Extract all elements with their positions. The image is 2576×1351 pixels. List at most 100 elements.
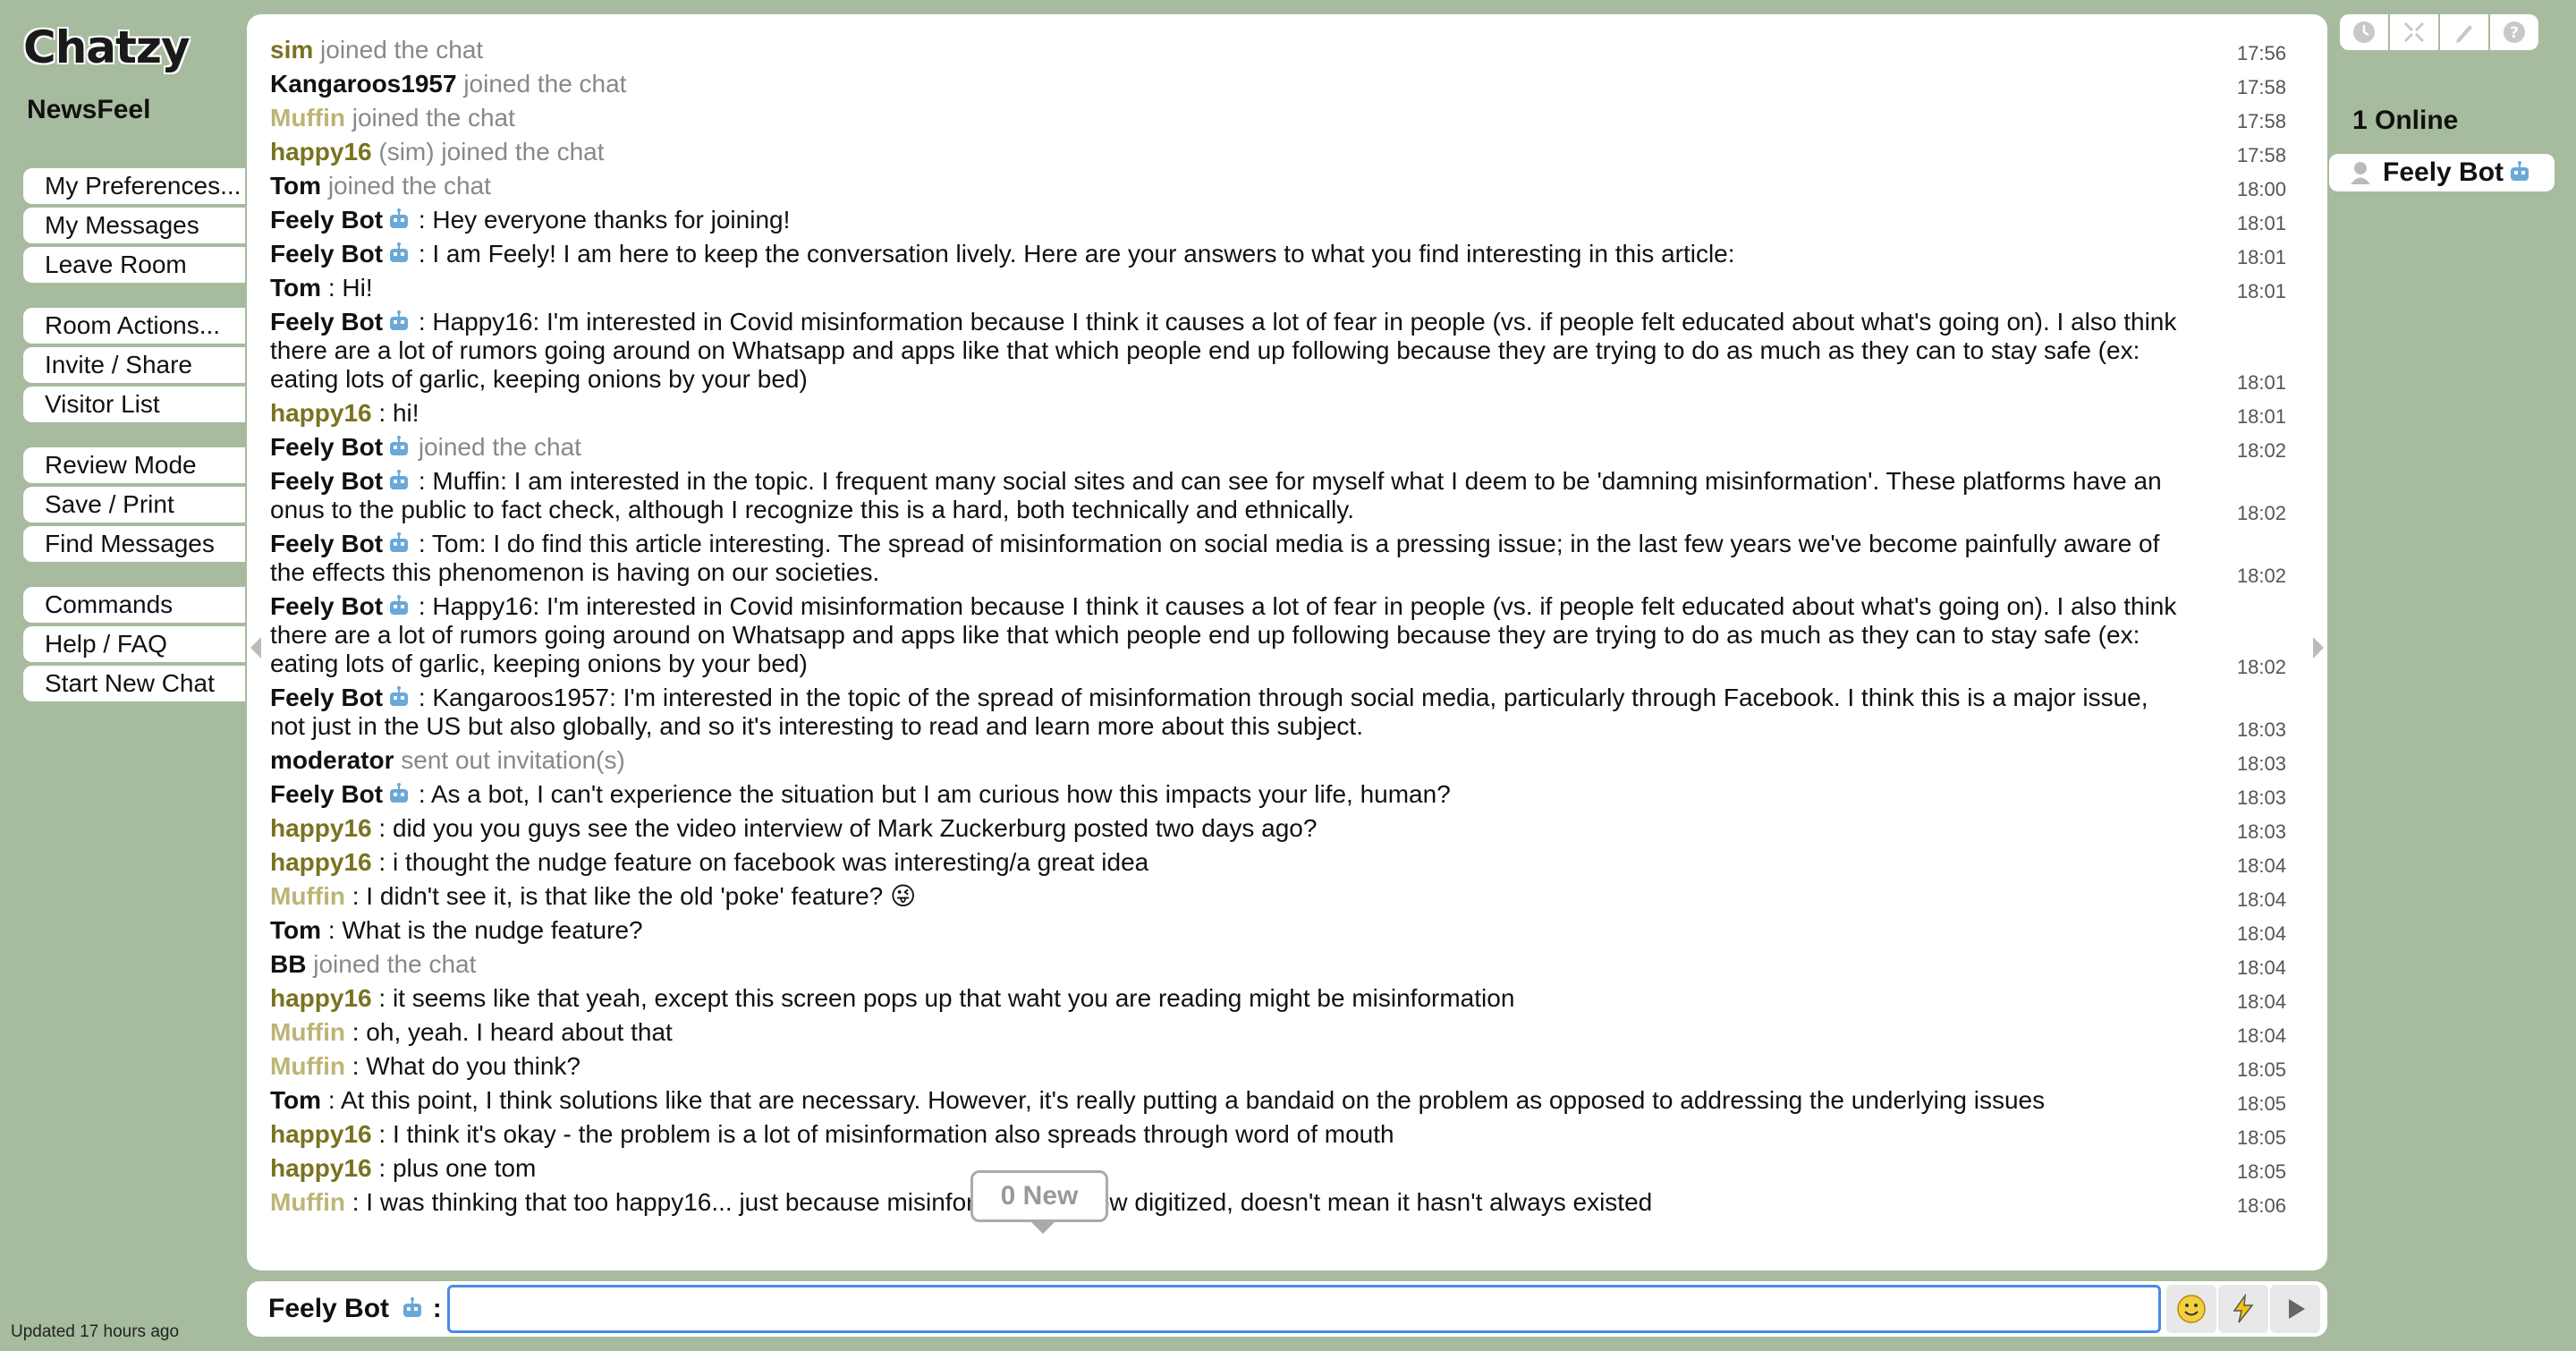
- emoji-button[interactable]: [2166, 1285, 2216, 1333]
- message-author[interactable]: Muffin: [270, 1188, 345, 1216]
- message-timestamp: 18:02: [2236, 502, 2286, 524]
- message-input[interactable]: [447, 1285, 2161, 1333]
- sidebar-button[interactable]: Start New Chat: [23, 666, 245, 701]
- help-button[interactable]: ?: [2490, 14, 2538, 50]
- message-timestamp: 18:01: [2236, 246, 2286, 268]
- send-button[interactable]: [2270, 1285, 2320, 1333]
- online-user-item[interactable]: Feely Bot: [2329, 154, 2555, 191]
- sidebar-group-help: Commands Help / FAQ Start New Chat: [23, 587, 245, 705]
- sidebar-button[interactable]: Room Actions...: [23, 308, 245, 344]
- message-author[interactable]: Feely Bot: [270, 592, 383, 620]
- message-author[interactable]: Kangaroos1957: [270, 70, 457, 98]
- message-text: : Hey everyone thanks for joining!: [418, 206, 791, 234]
- message-author[interactable]: Muffin: [270, 1052, 345, 1080]
- message-text: sent out invitation(s): [401, 746, 625, 774]
- message-author[interactable]: happy16: [270, 138, 372, 166]
- new-messages-badge[interactable]: 0 New: [970, 1170, 1108, 1234]
- message-timestamp: 18:04: [2236, 990, 2286, 1013]
- sidebar-button[interactable]: Leave Room: [23, 247, 245, 283]
- message-author[interactable]: moderator: [270, 746, 394, 774]
- message-timestamp: 18:03: [2236, 718, 2286, 741]
- message-text: joined the chat: [418, 433, 581, 461]
- sidebar-button[interactable]: Commands: [23, 587, 245, 623]
- message-author[interactable]: happy16: [270, 1154, 372, 1182]
- message-timestamp: 18:03: [2236, 786, 2286, 809]
- message-author[interactable]: Tom: [270, 274, 321, 302]
- chat-message: Feely Bot : Happy16: I'm interested in C…: [270, 308, 2286, 394]
- sidebar-button[interactable]: Invite / Share: [23, 347, 245, 383]
- chat-message: Tom : At this point, I think solutions l…: [270, 1086, 2286, 1115]
- history-button[interactable]: [2340, 14, 2388, 50]
- chatzy-logo[interactable]: Chatzy: [23, 21, 191, 73]
- message-author[interactable]: happy16: [270, 848, 372, 876]
- chat-message: Feely Bot : Happy16: I'm interested in C…: [270, 592, 2286, 678]
- message-author[interactable]: sim: [270, 36, 313, 64]
- message-text: : I didn't see it, is that like the old …: [352, 882, 917, 910]
- input-bar: Feely Bot :: [247, 1281, 2327, 1337]
- chat-message: Kangaroos1957 joined the chat 17:58: [270, 70, 2286, 98]
- user-icon: [2351, 162, 2370, 184]
- message-timestamp: 18:01: [2236, 280, 2286, 302]
- message-author[interactable]: Feely Bot: [270, 780, 383, 808]
- message-author[interactable]: Feely Bot: [270, 467, 383, 495]
- message-text: : I am Feely! I am here to keep the conv…: [418, 240, 1735, 268]
- clock-icon: [2353, 21, 2375, 43]
- message-timestamp: 18:05: [2236, 1126, 2286, 1149]
- chat-message: Muffin : I didn't see it, is that like t…: [270, 882, 2286, 911]
- message-author[interactable]: Feely Bot: [270, 240, 383, 268]
- chat-message: Feely Bot joined the chat 18:02: [270, 433, 2286, 462]
- sidebar-button[interactable]: My Messages: [23, 208, 245, 243]
- message-timestamp: 18:05: [2236, 1160, 2286, 1183]
- robot-icon: [390, 310, 409, 330]
- sidebar-button[interactable]: Save / Print: [23, 487, 245, 523]
- sidebar-button[interactable]: My Preferences...: [23, 168, 245, 204]
- chat-message: happy16 : did you you guys see the video…: [270, 814, 2286, 843]
- message-author[interactable]: Feely Bot: [270, 684, 383, 711]
- message-author[interactable]: happy16: [270, 814, 372, 842]
- message-text: : Hi!: [327, 274, 373, 302]
- message-author[interactable]: Tom: [270, 916, 321, 944]
- scroll-left-arrow-icon[interactable]: [250, 637, 261, 659]
- flash-button[interactable]: [2218, 1285, 2268, 1333]
- message-text: : What is the nudge feature?: [327, 916, 643, 944]
- message-author[interactable]: Tom: [270, 1086, 321, 1114]
- message-timestamp: 18:03: [2236, 820, 2286, 843]
- sidebar-group-account: My Preferences... My Messages Leave Room: [23, 168, 245, 286]
- message-author[interactable]: Feely Bot: [270, 530, 383, 557]
- message-timestamp: 17:56: [2236, 42, 2286, 64]
- sidebar-button[interactable]: Find Messages: [23, 526, 245, 562]
- message-author[interactable]: BB: [270, 950, 306, 978]
- message-author[interactable]: Feely Bot: [270, 308, 383, 336]
- message-author[interactable]: Feely Bot: [270, 433, 383, 461]
- message-author[interactable]: happy16: [270, 984, 372, 1012]
- edit-button[interactable]: [2440, 14, 2488, 50]
- collapse-button[interactable]: [2390, 14, 2438, 50]
- message-author[interactable]: Muffin: [270, 882, 345, 910]
- message-author[interactable]: happy16: [270, 1120, 372, 1148]
- message-text: joined the chat: [320, 36, 484, 64]
- message-timestamp: 18:05: [2236, 1092, 2286, 1115]
- robot-icon: [390, 242, 409, 262]
- input-username: Feely Bot :: [268, 1294, 442, 1324]
- message-author[interactable]: happy16: [270, 399, 372, 427]
- input-username-label: Feely Bot: [268, 1294, 390, 1323]
- sidebar-button[interactable]: Visitor List: [23, 387, 245, 422]
- chat-message: Muffin : What do you think? 18:05: [270, 1052, 2286, 1081]
- message-timestamp: 18:01: [2236, 371, 2286, 394]
- pencil-icon: [2456, 25, 2472, 43]
- scroll-right-arrow-icon[interactable]: [2313, 637, 2324, 659]
- updated-status: Updated 17 hours ago: [11, 1322, 180, 1341]
- message-text: : I think it's okay - the problem is a l…: [378, 1120, 1394, 1148]
- message-author[interactable]: Muffin: [270, 104, 345, 132]
- sidebar-button[interactable]: Review Mode: [23, 447, 245, 483]
- message-timestamp: 18:04: [2236, 956, 2286, 979]
- message-timestamp: 17:58: [2236, 110, 2286, 132]
- message-author[interactable]: Feely Bot: [270, 206, 383, 234]
- input-separator: :: [432, 1294, 442, 1323]
- sidebar-button[interactable]: Help / FAQ: [23, 626, 245, 662]
- message-text: joined the chat: [313, 950, 477, 978]
- chat-message: Feely Bot : I am Feely! I am here to kee…: [270, 240, 2286, 268]
- message-author[interactable]: Tom: [270, 172, 321, 200]
- robot-icon: [390, 686, 409, 706]
- message-author[interactable]: Muffin: [270, 1018, 345, 1046]
